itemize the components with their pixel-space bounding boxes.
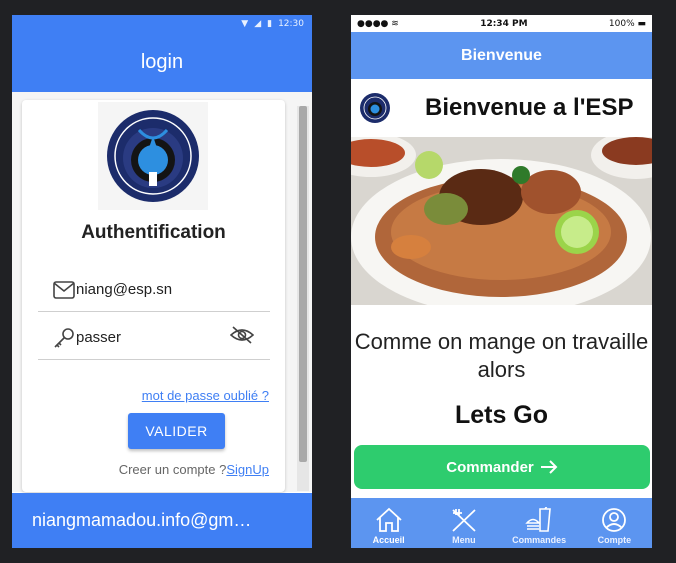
order-button[interactable]: Commander: [354, 445, 650, 489]
signal-dots-icon: ●●●● ≋: [357, 18, 399, 29]
signal-icon: ◢: [254, 18, 262, 29]
battery-indicator: 100% ▬: [608, 18, 646, 29]
signup-row: Creer un compte ?SignUp: [119, 462, 269, 477]
tab-bar: Accueil Menu Commandes Compte: [351, 498, 652, 548]
battery-icon: ▮: [267, 18, 273, 29]
tab-menu[interactable]: Menu: [426, 498, 501, 548]
fastfood-icon: [525, 507, 552, 532]
login-card: Authentification niang@esp.sn passer mot…: [22, 100, 285, 492]
validate-button[interactable]: VALIDER: [128, 413, 225, 449]
forgot-password-link[interactable]: mot de passe oublié ?: [142, 388, 269, 403]
login-body: Authentification niang@esp.sn passer mot…: [12, 92, 312, 492]
battery-level: 100%: [608, 18, 635, 29]
tab-compte[interactable]: Compte: [577, 498, 652, 548]
status-time: 12:30: [278, 18, 304, 29]
ios-status-bar: ●●●● ≋ 12:34 PM 100% ▬: [351, 15, 652, 32]
status-bar: ▼ ◢ ▮ 12:30: [12, 15, 312, 32]
email-value[interactable]: niang@esp.sn: [76, 281, 270, 298]
visibility-off-icon[interactable]: [229, 326, 256, 349]
tab-accueil[interactable]: Accueil: [351, 498, 426, 548]
card-title: Authentification: [81, 222, 226, 243]
tab-commandes[interactable]: Commandes: [502, 498, 577, 548]
tab-label: Commandes: [512, 535, 567, 545]
password-field[interactable]: passer: [38, 316, 270, 360]
tab-label: Compte: [597, 535, 632, 545]
lets-go-heading: Lets Go: [454, 401, 549, 429]
scrollbar[interactable]: [297, 106, 309, 491]
signup-link[interactable]: SignUp: [226, 462, 269, 477]
tab-label: Accueil: [372, 535, 405, 545]
tagline: Comme on mange on travaille alors: [354, 329, 649, 382]
mail-icon: [52, 278, 76, 302]
nav-bar: Bienvenue: [351, 32, 652, 79]
welcome-header: Bienvenue a l'ESP: [351, 79, 652, 137]
email-field[interactable]: niang@esp.sn: [38, 268, 270, 312]
esp-logo: [98, 102, 208, 210]
scrollbar-thumb[interactable]: [299, 106, 307, 462]
app-bar-title: login: [140, 50, 184, 73]
status-time: 12:34 PM: [480, 18, 528, 29]
password-value[interactable]: passer: [76, 329, 230, 346]
home-icon: [376, 507, 402, 532]
welcome-screen: ●●●● ≋ 12:34 PM 100% ▬ Bienvenue Bienven…: [351, 15, 652, 548]
user-circle-icon: [602, 508, 627, 532]
login-screen: ▼ ◢ ▮ 12:30 login Authentification niang…: [12, 15, 312, 548]
food-photo: [351, 137, 652, 305]
key-icon: [52, 326, 76, 350]
utensils-icon: [452, 509, 476, 532]
tab-label: Menu: [452, 535, 476, 545]
esp-logo-small-icon: [360, 93, 390, 123]
nav-title: Bienvenue: [461, 46, 542, 64]
wifi-icon: ▼: [241, 18, 249, 29]
order-button-label: Commander: [446, 458, 534, 476]
signup-prompt: Creer un compte ?: [118, 462, 227, 477]
arrow-right-icon: [540, 460, 558, 474]
header-title: Bienvenue a l'ESP: [425, 94, 634, 121]
app-bar: login: [12, 32, 312, 92]
footer-email: niangmamadou.info@gm…: [12, 493, 312, 548]
esp-seal-icon: [107, 110, 199, 202]
